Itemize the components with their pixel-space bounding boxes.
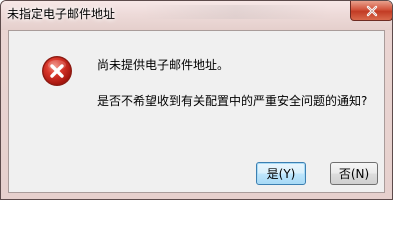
window-title: 未指定电子邮件地址 <box>7 7 116 21</box>
error-icon <box>41 55 73 87</box>
no-button[interactable]: 否(N) <box>330 162 378 185</box>
close-icon <box>366 5 377 16</box>
yes-button[interactable]: 是(Y) <box>256 162 306 185</box>
title-bar[interactable]: 未指定电子邮件地址 <box>1 1 392 30</box>
close-button[interactable] <box>350 1 392 21</box>
primary-message: 尚未提供电子邮件地址。 <box>97 58 230 72</box>
dialog-body: 尚未提供电子邮件地址。 是否不希望收到有关配置中的严重安全问题的通知? 是(Y)… <box>8 30 385 193</box>
dialog-window: 未指定电子邮件地址 尚未提供电子邮件地址。 是否不希望收到有关配置中的严重安全问… <box>0 0 393 200</box>
title-bar-background-blur <box>141 5 331 19</box>
secondary-message: 是否不希望收到有关配置中的严重安全问题的通知? <box>97 94 368 108</box>
